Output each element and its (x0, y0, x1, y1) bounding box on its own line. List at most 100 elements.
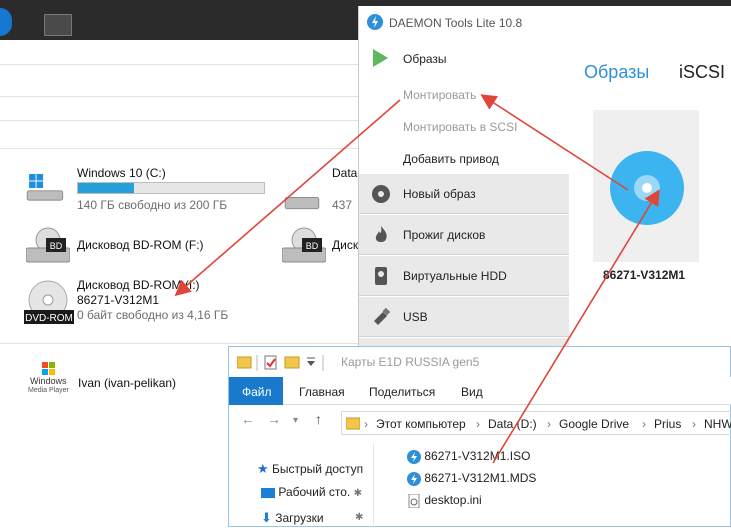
breadcrumb-item[interactable]: Google Drive (559, 417, 629, 431)
tab-view[interactable]: Вид (461, 385, 483, 399)
drive-i-free: 0 байт свободно из 4,16 ГБ (77, 308, 229, 322)
tab-home[interactable]: Главная (299, 385, 345, 399)
drive-c-name: Windows 10 (C:) (77, 166, 166, 180)
tab-iscsi[interactable]: iSCSI (679, 62, 725, 83)
file-row[interactable]: 86271-V312M1.ISO (407, 449, 530, 464)
tab-file[interactable]: Файл (229, 377, 283, 405)
breadcrumb-item[interactable]: Этот компьютер (376, 417, 466, 431)
up-arrow-icon[interactable]: ↑ (315, 411, 322, 427)
drive-i-label: 86271-V312M1 (77, 293, 160, 307)
menu-images[interactable]: Образы (403, 52, 447, 66)
star-icon: ★ (257, 461, 269, 476)
breadcrumb-separator: › (547, 417, 551, 431)
breadcrumb-item[interactable]: Prius (654, 417, 681, 431)
drive-c[interactable] (24, 174, 64, 205)
nav-label: Быстрый доступ (272, 462, 364, 476)
wmp-logo-text: Windows (30, 376, 67, 386)
nav-label: Загрузки (275, 511, 324, 525)
svg-text:DVD-ROM: DVD-ROM (25, 313, 73, 324)
section-usb[interactable]: USB (359, 297, 569, 337)
daemon-logo-icon (367, 14, 383, 30)
menu-mount[interactable]: Монтировать (403, 88, 476, 102)
drive-c-usage-bar (77, 182, 265, 194)
section-label: Прожиг дисков (403, 228, 486, 242)
divider (0, 64, 360, 65)
pin-icon[interactable]: ✱ (355, 512, 363, 523)
image-card[interactable] (593, 110, 699, 262)
chevron-down-icon[interactable]: ▾ (293, 415, 298, 426)
divider (0, 96, 360, 97)
hdd-icon (375, 267, 387, 285)
breadcrumb-separator: › (476, 417, 480, 431)
pin-icon[interactable]: ✱ (354, 488, 362, 499)
breadcrumb-item[interactable]: Data (D:) (488, 417, 537, 431)
disc-icon (372, 185, 390, 203)
image-card-label: 86271-V312M1 (603, 268, 686, 282)
address-bar[interactable]: › Этот компьютер › Data (D:) › Google Dr… (341, 411, 731, 435)
wmp-logo-sub: Media Player (28, 387, 69, 394)
menu-add-drive[interactable]: Добавить привод (403, 152, 499, 166)
download-icon: ⬇ (261, 510, 272, 525)
ini-file-icon (408, 493, 420, 509)
tab-file-label: Файл (242, 385, 272, 399)
bd-drive-icon: BD (282, 227, 326, 263)
hdd-icon (284, 197, 320, 210)
breadcrumb-separator: › (642, 417, 646, 431)
section-burn[interactable]: Прожиг дисков (359, 215, 569, 255)
drive-f-name: Дисковод BD-ROM (F:) (77, 238, 204, 252)
breadcrumb-separator: › (364, 417, 368, 431)
drive-c-usage-fill (78, 183, 134, 193)
daemon-menu: Образы Монтировать Монтировать в SCSI До… (359, 36, 569, 356)
windows-drive-icon (26, 174, 64, 201)
file-name: 86271-V312M1.ISO (424, 449, 531, 463)
breadcrumb-separator: › (692, 417, 696, 431)
play-icon (373, 49, 388, 67)
tab-share[interactable]: Поделиться (369, 385, 435, 399)
disc-image-icon (610, 151, 684, 225)
daemon-file-icon (407, 449, 421, 464)
nav-downloads[interactable]: ⬇ Загрузки (261, 510, 324, 526)
drive-c-free: 140 ГБ свободно из 200 ГБ (77, 198, 228, 212)
wmp-device[interactable]: Windows Media Player (26, 362, 74, 402)
divider (0, 120, 360, 121)
section-vhd[interactable]: Виртуальные HDD (359, 256, 569, 296)
daemon-window: DAEMON Tools Lite 10.8 Образы Монтироват… (358, 6, 731, 356)
flame-icon (375, 226, 387, 242)
file-name: desktop.ini (424, 493, 482, 507)
bd-drive-icon: BD (25, 227, 71, 263)
drive-f[interactable]: BD (25, 226, 71, 269)
file-row[interactable]: desktop.ini (407, 493, 482, 509)
svg-text:BD: BD (50, 241, 63, 251)
nav-quick-access[interactable]: ★ Быстрый доступ (257, 461, 363, 477)
divider (0, 343, 360, 344)
drive-data-free: 437 (332, 198, 353, 212)
nav-desktop[interactable]: Рабочий сто. ✱ (261, 485, 362, 499)
file-explorer-window: Карты E1D RUSSIA gen5 Файл Главная Подел… (228, 346, 731, 528)
window-title: Карты E1D RUSSIA gen5 (341, 355, 480, 369)
back-arrow-icon[interactable]: ← (241, 411, 255, 427)
section-label: Виртуальные HDD (403, 269, 507, 283)
ribbon-tabs: Файл Главная Поделиться Вид (229, 377, 731, 405)
daemon-file-icon (407, 471, 421, 486)
drive-g-name: Диск (332, 238, 359, 252)
forward-arrow-icon[interactable]: → (267, 411, 281, 427)
divider (0, 148, 360, 149)
quick-access-toolbar[interactable] (237, 355, 329, 371)
menu-mount-scsi[interactable]: Монтировать в SCSI (403, 120, 517, 134)
section-new-image[interactable]: Новый образ (359, 174, 569, 214)
drive-i[interactable]: DVD-ROM (24, 280, 74, 329)
section-label: Новый образ (403, 187, 476, 201)
desktop-icon (261, 487, 275, 498)
breadcrumb-item[interactable]: NHW2 (704, 417, 731, 431)
file-name: 86271-V312M1.MDS (424, 471, 537, 485)
tab-images[interactable]: Образы (584, 62, 649, 83)
dvd-disc-icon: DVD-ROM (24, 280, 74, 324)
svg-text:BD: BD (306, 241, 319, 251)
section-label: USB (403, 310, 428, 324)
folder-icon (346, 417, 360, 430)
nav-pane-divider (373, 443, 374, 528)
window-title: DAEMON Tools Lite 10.8 (389, 16, 523, 30)
usb-icon (374, 307, 391, 325)
file-row[interactable]: 86271-V312M1.MDS (407, 471, 536, 486)
window-thumbnail-icon[interactable] (44, 14, 72, 36)
